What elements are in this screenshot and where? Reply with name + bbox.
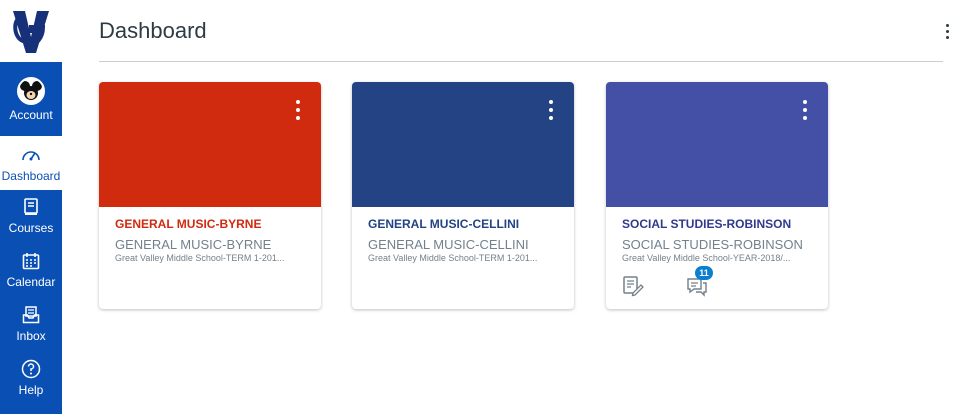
card-hero[interactable] [606,82,828,207]
course-card[interactable]: GENERAL MUSIC-CELLINI GENERAL MUSIC-CELL… [352,82,574,309]
nav-inbox[interactable]: Inbox [0,304,62,354]
assignments-icon[interactable] [622,275,644,297]
nav-help-label: Help [18,383,44,397]
dashboard-options-kebab-icon[interactable] [939,18,955,44]
card-options-kebab-icon[interactable] [293,100,303,120]
nav-courses-label: Courses [8,221,54,235]
school-logo[interactable] [0,0,62,62]
card-hero[interactable] [352,82,574,207]
speedometer-icon [20,144,42,166]
unread-discussions-badge: 11 [695,266,713,280]
global-nav: Account Dashboard Courses Calendar Inbox… [0,0,62,414]
course-term: Great Valley Middle School-TERM 1-201... [115,253,285,263]
nav-inbox-label: Inbox [16,329,46,343]
avatar [17,76,45,105]
nav-dashboard[interactable]: Dashboard [0,136,62,190]
mickey-avatar-icon [20,80,42,100]
nav-courses[interactable]: Courses [0,196,62,246]
discussions-icon[interactable]: 11 [686,266,713,297]
calendar-icon [20,250,42,272]
nav-dashboard-label: Dashboard [1,168,61,183]
course-card[interactable]: GENERAL MUSIC-BYRNE GENERAL MUSIC-BYRNE … [99,82,321,309]
gv-logo-icon [13,11,49,53]
card-hero[interactable] [99,82,321,207]
course-code: GENERAL MUSIC-CELLINI [368,237,529,252]
help-icon [20,358,42,380]
inbox-icon [20,304,42,326]
page-title: Dashboard [99,18,207,43]
nav-calendar-label: Calendar [6,275,56,289]
nav-account[interactable]: Account [0,68,62,130]
course-name-link[interactable]: GENERAL MUSIC-BYRNE [115,217,305,231]
header-divider [99,61,943,62]
course-card[interactable]: SOCIAL STUDIES-ROBINSON SOCIAL STUDIES-R… [606,82,828,309]
nav-calendar[interactable]: Calendar [0,250,62,300]
nav-account-label: Account [9,107,53,122]
course-name-link[interactable]: GENERAL MUSIC-CELLINI [368,217,558,231]
book-icon [20,196,42,218]
course-term: Great Valley Middle School-TERM 1-201... [368,253,538,263]
course-name-link[interactable]: SOCIAL STUDIES-ROBINSON [622,217,812,231]
card-options-kebab-icon[interactable] [546,100,556,120]
course-term: Great Valley Middle School-YEAR-2018/... [622,253,791,263]
card-action-links: 11 [622,266,713,297]
course-code: SOCIAL STUDIES-ROBINSON [622,237,803,252]
nav-help[interactable]: Help [0,358,62,408]
card-options-kebab-icon[interactable] [800,100,810,120]
course-code: GENERAL MUSIC-BYRNE [115,237,272,252]
